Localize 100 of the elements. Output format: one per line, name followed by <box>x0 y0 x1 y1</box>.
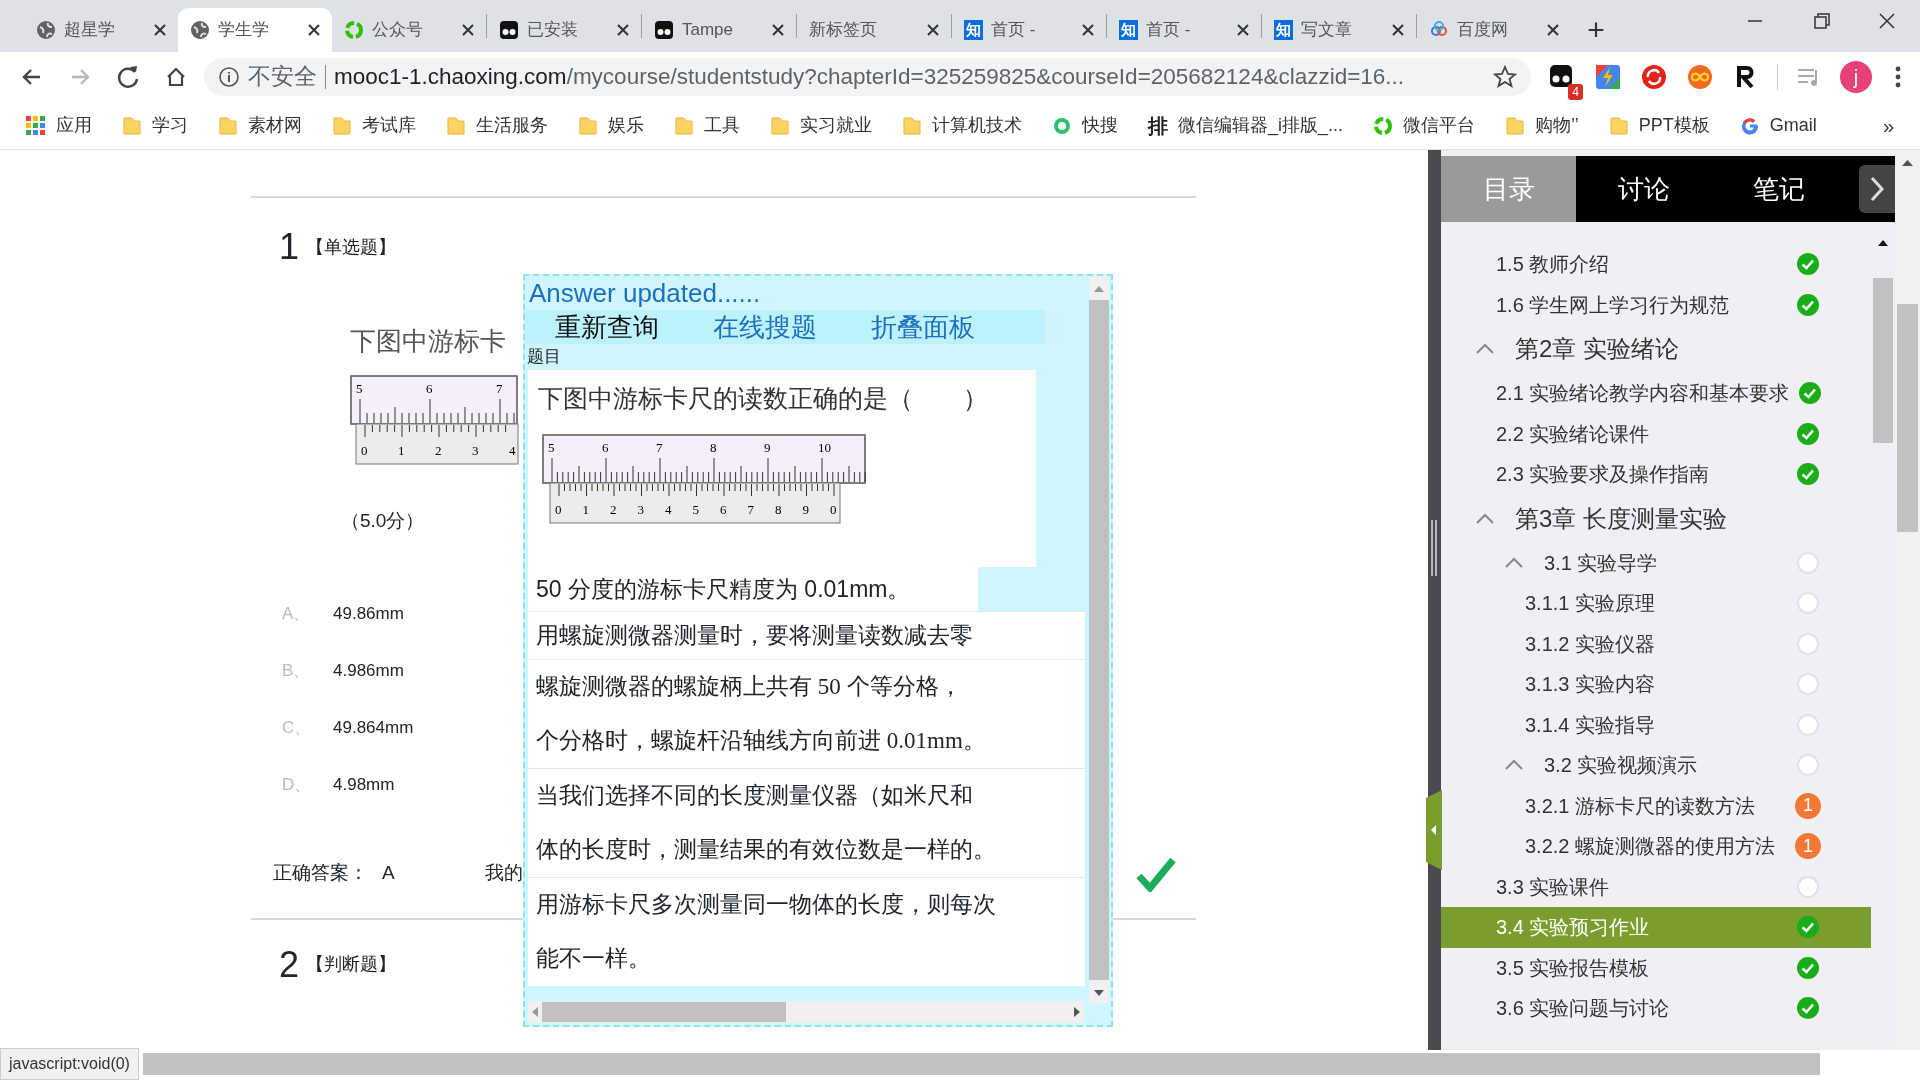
caret-icon[interactable] <box>1475 343 1495 355</box>
folder-icon <box>1505 115 1526 136</box>
close-icon[interactable] <box>1237 24 1249 36</box>
drag-handle-icon[interactable] <box>1430 520 1438 576</box>
sidebar-item[interactable]: 3.2.1 游标卡尺的读数方法 1 <box>1441 785 1871 826</box>
close-icon[interactable] <box>617 24 629 36</box>
option-text: 4.98mm <box>333 774 395 797</box>
sidebar-item[interactable]: 1.6 学生网上学习行为规范 <box>1441 284 1871 325</box>
browser-tab[interactable]: 已安装 <box>487 8 641 52</box>
sidebar-item[interactable]: 3.2 实验视频演示 <box>1441 745 1871 786</box>
panel-button[interactable]: 重新查询 <box>525 310 659 344</box>
bookmark-link[interactable]: 工具 <box>668 110 746 141</box>
sidebar-item[interactable]: 3.5 实验报告模板 <box>1441 947 1871 988</box>
ruler-drawing: 5 6 7 8 9 10 0 1 2 3 4 5 6 7 8 9 0 <box>542 433 868 526</box>
item-label: 2.1 实验绪论教学内容和基本要求 <box>1496 381 1790 407</box>
browser-tab[interactable]: 知 首页 - <box>1107 8 1261 52</box>
monkey-icon <box>654 20 674 40</box>
panel-button[interactable]: 折叠面板 <box>841 310 975 344</box>
bookmark-link[interactable]: 排 微信编辑器_i排版_... <box>1142 108 1350 143</box>
close-icon[interactable] <box>154 24 166 36</box>
close-icon[interactable] <box>308 24 320 36</box>
sidebar-item[interactable]: 第3章 长度测量实验 <box>1441 494 1871 543</box>
sync-icon[interactable] <box>1639 62 1669 92</box>
avatar[interactable]: j <box>1840 61 1872 93</box>
question-text: 下图中游标卡尺的读数正确的是（ ） <box>538 384 989 414</box>
caret-icon[interactable] <box>1475 512 1495 525</box>
horizontal-scrollbar[interactable] <box>142 1053 1820 1075</box>
answer-value: A <box>382 861 395 886</box>
sidebar-item[interactable]: 3.1.3 实验内容 <box>1441 664 1871 705</box>
bookmark-link[interactable]: PPT模板 <box>1602 110 1716 141</box>
sidebar-item[interactable]: 3.3 实验课件 <box>1441 866 1871 907</box>
sidebar-item[interactable]: 2.1 实验绪论教学内容和基本要求 <box>1441 373 1871 414</box>
bookmark-link[interactable]: 考试库 <box>326 110 422 141</box>
security-label: 不安全 <box>248 63 317 92</box>
bookmark-link[interactable]: 计算机技术 <box>896 110 1028 141</box>
sidebar-item[interactable]: 3.1.4 实验指导 <box>1441 704 1871 745</box>
star-icon[interactable] <box>1493 65 1517 89</box>
sidebar-item[interactable]: 1.5 教师介绍 <box>1441 244 1871 285</box>
close-icon[interactable] <box>1392 24 1404 36</box>
bookmark-link[interactable]: Gmail <box>1733 110 1823 141</box>
bookmark-link[interactable]: 素材网 <box>212 110 308 141</box>
browser-tab[interactable]: 新标签页 <box>797 8 951 52</box>
browser-tab[interactable]: 公众号 <box>332 8 486 52</box>
count-badge: 1 <box>1795 833 1821 860</box>
option-letter: D、 <box>281 774 313 797</box>
lettermark-icon: 知 <box>1274 20 1293 40</box>
browser-tab[interactable]: 知 写文章 <box>1262 8 1416 52</box>
bookmark-link[interactable]: 娱乐 <box>572 110 650 141</box>
caret-icon[interactable] <box>1504 556 1524 569</box>
sidebar-item[interactable]: 2.3 实验要求及操作指南 <box>1441 454 1871 495</box>
answer-row: 用螺旋测微器测量时，要将测量读数减去零 <box>528 611 1085 659</box>
caret-icon[interactable] <box>1504 759 1524 772</box>
next-button[interactable] <box>1859 165 1895 213</box>
close-icon[interactable] <box>772 24 784 36</box>
sidebar-item[interactable]: 3.6 实验问题与讨论 <box>1441 988 1871 1029</box>
sidebar-item[interactable]: 3.1.1 实验原理 <box>1441 583 1871 624</box>
bookmark-link[interactable]: 购物’’ <box>1499 110 1585 141</box>
bolt-icon[interactable] <box>1593 62 1623 92</box>
close-icon[interactable] <box>1547 24 1559 36</box>
more-bookmarks-button[interactable]: » <box>1876 108 1900 143</box>
browser-tab[interactable]: 百度网 <box>1417 8 1571 52</box>
search-site-icon <box>1052 115 1072 136</box>
item-label: 第2章 实验绪论 <box>1515 334 1679 364</box>
browser-tab[interactable]: 学生学 <box>178 8 332 52</box>
scrollbar-thumb[interactable] <box>1897 304 1918 532</box>
infinity-icon[interactable] <box>1685 62 1715 92</box>
sidebar-item[interactable]: 第2章 实验绪论 <box>1441 325 1871 373</box>
question-text: 下图中游标卡 <box>350 326 506 358</box>
bookmark-link[interactable]: 微信平台 <box>1367 110 1482 141</box>
browser-tab[interactable]: Tampe <box>642 8 796 52</box>
scrollbar-thumb[interactable] <box>1873 278 1893 443</box>
item-label: 3.1.2 实验仪器 <box>1525 631 1656 657</box>
item-label: 3.2.1 游标卡尺的读数方法 <box>1525 793 1756 819</box>
browser-tab[interactable]: 知 首页 - <box>952 8 1106 52</box>
horizontal-scrollbar[interactable] <box>528 1001 1084 1023</box>
item-label: 1.6 学生网上学习行为规范 <box>1496 292 1730 318</box>
sidebar-item[interactable]: 2.2 实验绪论课件 <box>1441 413 1871 454</box>
sidebar-item[interactable]: 3.1 实验导学 <box>1441 542 1871 583</box>
bookmark-link[interactable]: 实习就业 <box>764 110 878 141</box>
address-bar[interactable]: 不安全 mooc1-1.chaoxing.com/mycourse/studentstudy?chapterId=325259825&courseId=205682124&clazzid=16... <box>204 58 1531 96</box>
page-scrollbar[interactable] <box>1895 150 1920 1050</box>
answer-row: 螺旋测微器的螺旋柄上共有 50 个等分格， 个分格时，螺旋杆沿轴线方向前进 0.01mm。 <box>528 659 1085 768</box>
sidebar-item[interactable]: 3.1.2 实验仪器 <box>1441 623 1871 664</box>
panel-button[interactable]: 在线搜题 <box>683 310 817 344</box>
browser-tab[interactable]: 超星学 <box>24 8 178 52</box>
scrollbar-thumb[interactable] <box>542 1002 786 1022</box>
bookmark-link[interactable]: 学习 <box>116 110 194 141</box>
item-label: 3.1.3 实验内容 <box>1525 672 1656 698</box>
collapse-tab-icon[interactable] <box>1424 790 1442 870</box>
new-tab-button[interactable]: + <box>1571 6 1621 46</box>
sidebar-item[interactable]: 3.2.2 螺旋测微器的使用方法 1 <box>1441 826 1871 867</box>
close-icon[interactable] <box>927 24 939 36</box>
close-icon[interactable] <box>462 24 474 36</box>
bookmark-link[interactable]: 快搜 <box>1046 110 1124 141</box>
status-url: javascript:void(0) <box>0 1048 139 1080</box>
option-text: 4.986mm <box>333 660 404 683</box>
item-label: 3.2 实验视频演示 <box>1544 753 1698 779</box>
bookmark-link[interactable]: 应用 <box>20 110 98 141</box>
close-icon[interactable] <box>1082 24 1094 36</box>
bookmark-link[interactable]: 生活服务 <box>440 110 554 141</box>
